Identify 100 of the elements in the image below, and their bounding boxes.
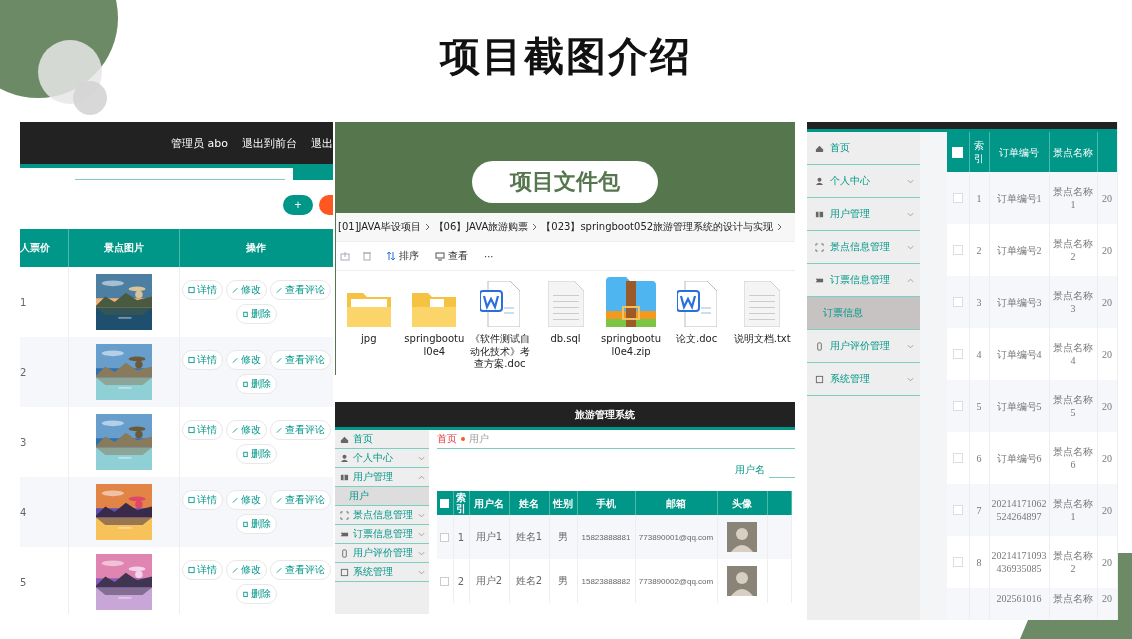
table-cell: 8 (976, 556, 982, 568)
column-header: 人票价 (20, 229, 68, 267)
banner-label: 项目文件包 (472, 160, 658, 203)
file-name[interactable]: springbootul0e4 (404, 333, 465, 358)
column-header: 头像 (731, 497, 753, 509)
column-header: 用户名 (473, 497, 505, 509)
table-cell: 20 (1102, 452, 1112, 464)
table-cell: 7 (976, 504, 982, 516)
file-name[interactable]: 论文.doc (666, 333, 727, 346)
table-cell: 4 (976, 348, 982, 360)
action-button[interactable]: 查看评论 (269, 490, 331, 510)
table-cell: 2 (457, 575, 465, 587)
header-link[interactable]: 退出到前台 (242, 135, 297, 151)
column-header: 操作 (179, 229, 333, 267)
table-cell: 男 (558, 531, 568, 542)
menu-item[interactable]: 系统管理 (335, 563, 429, 582)
action-button[interactable]: 删除 (235, 584, 277, 604)
column-header: 手机 (595, 497, 617, 509)
table-cell: 用户2 (475, 575, 503, 586)
action-button[interactable]: 修改 (225, 420, 267, 440)
table-cell: 姓名2 (515, 575, 543, 586)
action-button[interactable]: 查看评论 (269, 560, 331, 580)
table-cell: 景点名称2 (1053, 550, 1093, 574)
action-button[interactable]: 详情 (181, 420, 223, 440)
table-cell: 订单编号1 (996, 192, 1042, 204)
submenu-item[interactable]: 用户 (335, 487, 429, 506)
action-button[interactable]: 查看评论 (269, 280, 331, 300)
sort-button[interactable]: 排序 (384, 249, 421, 263)
breadcrumb-link[interactable]: 首页 (437, 432, 457, 446)
search-label: 用户名 (735, 463, 765, 477)
action-button[interactable]: 修改 (225, 280, 267, 300)
more-button[interactable]: ⋯ (482, 250, 496, 262)
action-button[interactable]: 详情 (181, 280, 223, 300)
app-title: 旅游管理系统 (575, 407, 635, 422)
table-cell: 20214171062524264897 (991, 498, 1047, 522)
table-cell: 订单编号6 (996, 452, 1042, 464)
action-button[interactable]: 修改 (225, 350, 267, 370)
table-cell: 6 (976, 452, 982, 464)
action-button[interactable]: 修改 (225, 560, 267, 580)
menu-item[interactable]: 订票信息管理 (335, 525, 429, 544)
action-button[interactable]: 删除 (235, 304, 277, 324)
breadcrumb-link[interactable]: 【06】JAVA旅游购票 (433, 220, 529, 234)
action-button[interactable]: 详情 (181, 350, 223, 370)
table-cell: 773890001@qq.com (638, 532, 714, 542)
table-cell: 景点名称4 (1053, 342, 1093, 366)
breadcrumb-link[interactable]: 【023】springboot052旅游管理系统的设计与实现 (541, 220, 774, 234)
table-cell: 2 (20, 337, 68, 407)
file-name[interactable]: 《软件测试自动化技术》考查方案.doc (469, 333, 530, 371)
table-cell: 20 (1102, 593, 1112, 604)
table-cell: 20214171093436935085 (991, 550, 1047, 574)
table-cell: 景点名称 (1053, 593, 1093, 604)
action-button[interactable]: 删除 (235, 374, 277, 394)
action-button[interactable]: 删除 (235, 444, 277, 464)
table-cell: 5 (20, 547, 68, 614)
column-header: 索引 (456, 492, 466, 514)
menu-item[interactable]: 个人中心 (335, 449, 429, 468)
action-button[interactable]: 删除 (235, 514, 277, 534)
breadcrumb-link[interactable]: [01]JAVA毕设项目 (338, 220, 421, 234)
breadcrumb-link[interactable]: 用户 (469, 432, 489, 446)
file-name[interactable]: springbootul0e4.zip (601, 333, 662, 358)
slide-title: 项目截图介绍 (440, 31, 692, 81)
header-link[interactable]: 退出 (311, 135, 333, 151)
menu-item[interactable]: 首页 (335, 430, 429, 449)
action-button[interactable]: 查看评论 (269, 420, 331, 440)
action-button[interactable]: 详情 (181, 490, 223, 510)
table-cell: 景点名称2 (1053, 238, 1093, 262)
file-name[interactable]: jpg (338, 333, 399, 346)
table-cell: 202561016 (996, 593, 1042, 604)
table-cell: 20 (1102, 556, 1112, 568)
table-cell: 20 (1102, 192, 1112, 204)
column-header: 邮箱 (665, 497, 687, 509)
column-header: 订单编号 (998, 145, 1040, 159)
table-cell: 景点名称1 (1053, 498, 1093, 522)
add-button[interactable]: + (283, 195, 313, 215)
table-cell: 20 (1102, 400, 1112, 412)
table-cell: 用户1 (475, 531, 503, 542)
table-cell: 5 (976, 400, 982, 412)
action-button[interactable]: 修改 (225, 490, 267, 510)
column-header: 姓名 (518, 497, 540, 509)
table-cell: 3 (976, 296, 982, 308)
menu-item[interactable]: 景点信息管理 (335, 506, 429, 525)
action-button[interactable]: 查看评论 (269, 350, 331, 370)
file-name[interactable]: 说明文档.txt (732, 333, 793, 346)
view-button[interactable]: 查看 (433, 249, 470, 263)
table-cell: 订单编号5 (996, 400, 1042, 412)
menu-item[interactable]: 用户评价管理 (335, 544, 429, 563)
file-name[interactable]: db.sql (535, 333, 596, 346)
table-cell: 20 (1102, 244, 1112, 256)
table-cell: 1 (457, 531, 465, 543)
table-cell: 4 (20, 477, 68, 547)
table-cell: 15823888882 (581, 576, 631, 586)
table-cell: 1 (976, 192, 982, 204)
table-cell: 订单编号3 (996, 296, 1042, 308)
table-cell: 2 (976, 244, 982, 256)
action-button[interactable]: 详情 (181, 560, 223, 580)
header-link[interactable]: 管理员 abo (171, 135, 228, 151)
table-cell: 订单编号2 (996, 244, 1042, 256)
table-cell: 20 (1102, 296, 1112, 308)
column-header: 景点名称 (1052, 145, 1094, 159)
submenu-item[interactable]: 订票信息 (807, 297, 920, 330)
